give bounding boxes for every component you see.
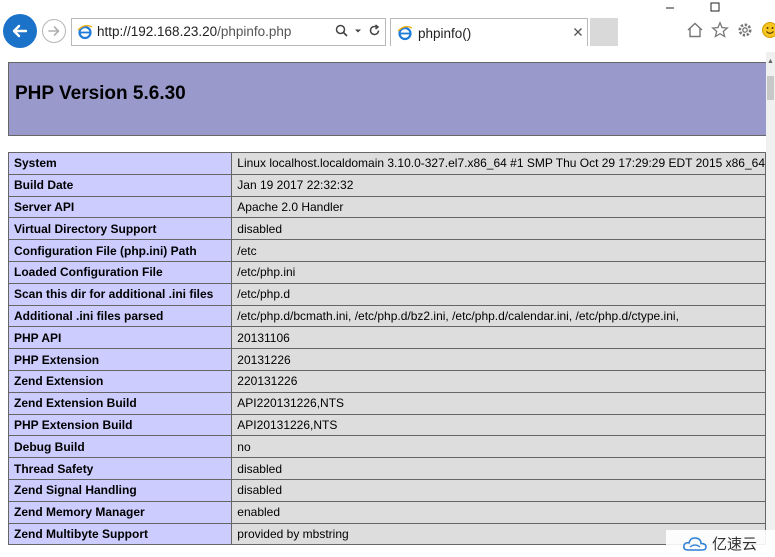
ie-logo-icon (77, 24, 93, 40)
row-value: /etc/php.d/bcmath.ini, /etc/php.d/bz2.in… (231, 304, 766, 328)
row-key: Zend Extension Build (7, 391, 233, 415)
phpinfo-table: System Linux localhost.localdomain 3.10.0… (7, 152, 766, 546)
row-value: enabled (231, 500, 766, 524)
row-key: Debug Build (7, 435, 233, 459)
table-row: Scan this dir for additional .ini files /… (7, 282, 766, 306)
row-value: disabled (231, 217, 766, 241)
browser-chrome: http://192.168.23.20/phpinfo.php phpinfo… (0, 0, 775, 52)
gear-icon[interactable] (735, 20, 755, 40)
row-key: Build Date (7, 173, 233, 197)
row-key: Thread Safety (7, 457, 233, 480)
dropdown-icon[interactable] (354, 27, 362, 35)
row-key: System (7, 152, 233, 175)
ie-logo-icon (397, 25, 413, 41)
row-value: no (231, 435, 766, 459)
row-key: Zend Memory Manager (7, 500, 233, 524)
table-row: PHP Extension Build API20131226,NTS (7, 413, 766, 437)
scroll-up-icon[interactable]: ▲ (766, 58, 775, 70)
row-value: API220131226,NTS (231, 391, 766, 415)
table-row: System Linux localhost.localdomain 3.10.0… (7, 152, 766, 175)
back-button[interactable] (3, 14, 37, 48)
row-key: Scan this dir for additional .ini files (7, 282, 233, 306)
row-key: Loaded Configuration File (7, 260, 233, 284)
page-content: PHP Version 5.6.30 System Linux localhost… (0, 52, 766, 557)
table-row: Zend Signal Handling disabled (7, 478, 766, 502)
minimize-icon[interactable] (660, 0, 680, 14)
row-value: /etc (231, 239, 766, 262)
row-key: Virtual Directory Support (7, 217, 233, 241)
row-value: disabled (231, 457, 766, 480)
table-row: Thread Safety disabled (7, 457, 766, 480)
smiley-icon[interactable] (760, 20, 775, 40)
row-key: Server API (7, 195, 233, 219)
page-title: PHP Version 5.6.30 (15, 83, 186, 104)
maximize-icon[interactable] (705, 0, 725, 14)
search-icon[interactable] (335, 24, 348, 37)
table-row: Build Date Jan 19 2017 22:32:32 (7, 173, 766, 197)
tab-title: phpinfo() (418, 26, 472, 41)
table-row: PHP Extension 20131226 (7, 348, 766, 371)
watermark-text: 亿速云 (712, 536, 758, 553)
row-key: Zend Multibyte Support (7, 522, 233, 546)
new-tab-button[interactable] (590, 18, 618, 46)
star-icon[interactable] (710, 20, 730, 40)
url-text[interactable]: http://192.168.23.20/phpinfo.php (97, 24, 291, 39)
tab-phpinfo[interactable]: phpinfo() (390, 18, 588, 46)
table-row: Debug Build no (7, 435, 766, 459)
table-row: PHP API 20131106 (7, 326, 766, 350)
vertical-scrollbar[interactable]: ▲ (766, 52, 775, 557)
back-arrow-icon (12, 24, 28, 38)
cloud-logo-icon (683, 536, 707, 551)
row-value: 220131226 (231, 369, 766, 393)
row-value: API20131226,NTS (231, 413, 766, 437)
row-key: PHP Extension (7, 348, 233, 371)
table-row: Server API Apache 2.0 Handler (7, 195, 766, 219)
row-value: disabled (231, 478, 766, 502)
forward-button[interactable] (42, 19, 66, 43)
table-row: Zend Multibyte Support provided by mbstri… (7, 522, 766, 546)
table-row: Zend Extension 220131226 (7, 369, 766, 393)
row-value: Jan 19 2017 22:32:32 (231, 173, 766, 197)
close-icon[interactable] (573, 24, 583, 40)
row-value: Linux localhost.localdomain 3.10.0-327.e… (231, 152, 766, 175)
table-row: Virtual Directory Support disabled (7, 217, 766, 241)
row-value: Apache 2.0 Handler (231, 195, 766, 219)
scroll-thumb[interactable] (767, 76, 774, 100)
row-value: 20131106 (231, 326, 766, 350)
forward-arrow-icon (48, 26, 60, 36)
php-version-header: PHP Version 5.6.30 (8, 62, 766, 136)
row-value: 20131226 (231, 348, 766, 371)
url-host: http://192.168.23.20 (97, 24, 218, 39)
row-key: PHP API (7, 326, 233, 350)
table-row: Configuration File (php.ini) Path/etc (7, 239, 766, 262)
row-key: Zend Extension (7, 369, 233, 393)
row-key: Zend Signal Handling (7, 478, 233, 502)
refresh-icon[interactable] (368, 24, 381, 37)
table-row: Zend Memory Manager enabled (7, 500, 766, 524)
home-icon[interactable] (685, 20, 705, 40)
address-bar[interactable]: http://192.168.23.20/phpinfo.php (71, 18, 386, 46)
table-row: Additional .ini files parsed/etc/php.d/b… (7, 304, 766, 328)
url-path: /phpinfo.php (217, 24, 292, 39)
watermark: 亿速云 (666, 530, 775, 557)
row-key: PHP Extension Build (7, 413, 233, 437)
row-value: /etc/php.ini (231, 260, 766, 284)
row-key: Additional .ini files parsed (7, 304, 233, 328)
table-row: Zend Extension Build API220131226,NTS (7, 391, 766, 415)
row-key: Configuration File (php.ini) Path (7, 239, 233, 262)
row-value: /etc/php.d (231, 282, 766, 306)
table-row: Loaded Configuration File/etc/php.ini (7, 260, 766, 284)
